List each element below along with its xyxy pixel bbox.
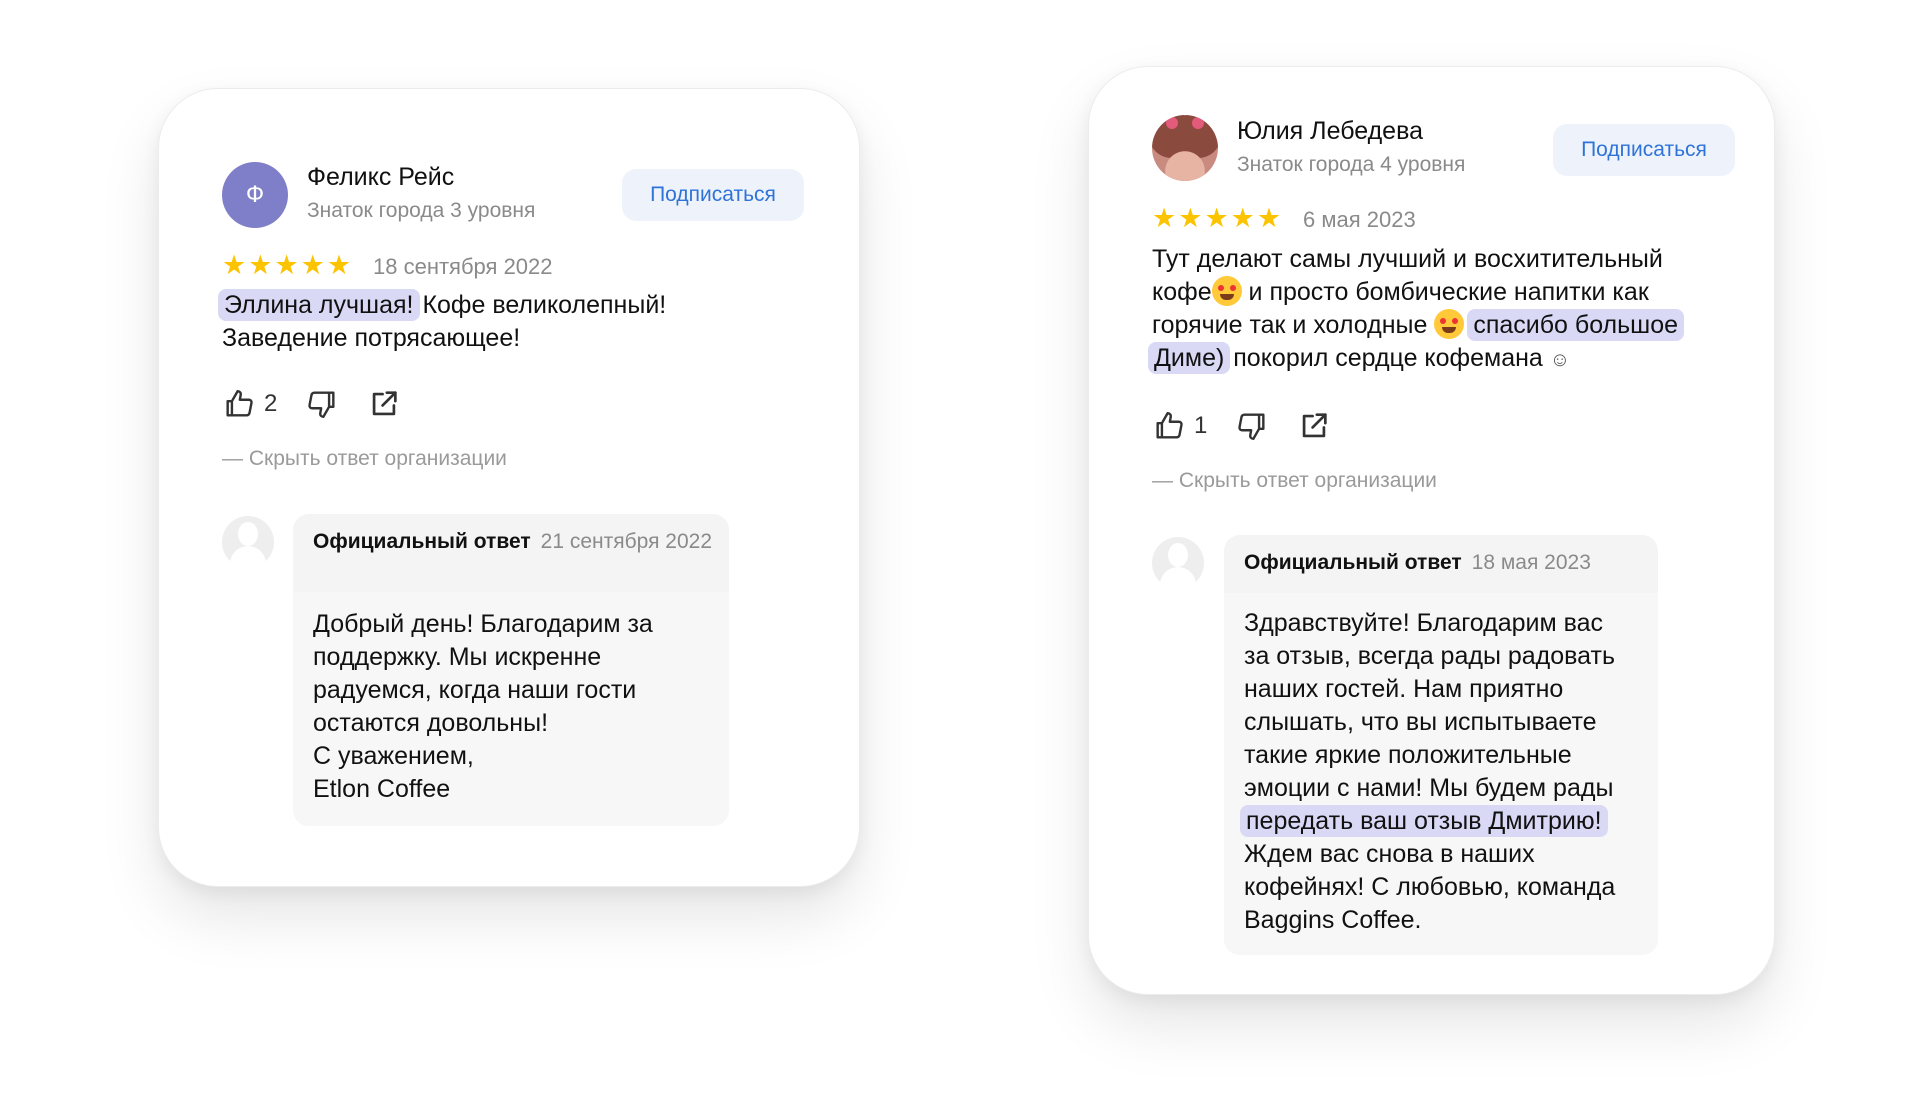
hide-answer-link[interactable]: — Скрыть ответ организации: [1152, 469, 1437, 493]
reply-line: С уважением,: [313, 742, 474, 770]
review-actions: 1: [1152, 409, 1331, 443]
review-actions: 2: [222, 387, 401, 421]
share-button[interactable]: [367, 387, 401, 421]
avatar-photo-detail: [1166, 117, 1178, 129]
avatar[interactable]: Ф: [222, 162, 288, 228]
smile-icon: ☺: [1549, 349, 1571, 371]
avatar-photo-detail: [1192, 117, 1204, 129]
subscribe-button[interactable]: Подписаться: [1553, 124, 1735, 176]
reply-line: за отзыв, всегда рады радовать: [1244, 642, 1615, 670]
review-text-part: Кофе великолепный!: [415, 291, 667, 319]
thumb-up-icon: [1156, 412, 1183, 439]
review-text-part: Тут делают самы лучший и восхитительный: [1152, 245, 1663, 273]
reply-line: слышать, что вы испытываете: [1244, 708, 1597, 736]
reply-line: кофейнях! С любовью, команда: [1244, 873, 1616, 901]
review-text-part: кофе: [1152, 278, 1212, 306]
star-icon: ★: [248, 250, 273, 280]
reply-body: Добрый день! Благодарим за поддержку. Мы…: [313, 608, 713, 806]
reviewer-name[interactable]: Феликс Рейс: [307, 163, 454, 192]
rating-stars: ★ ★ ★ ★ ★: [222, 252, 351, 279]
share-button[interactable]: [1297, 409, 1331, 443]
star-icon: ★: [274, 250, 299, 280]
star-icon: ★: [1178, 203, 1203, 233]
reply-line: Добрый день! Благодарим за: [313, 610, 653, 638]
star-icon: ★: [300, 250, 325, 280]
like-button[interactable]: 1: [1152, 409, 1207, 443]
dislike-button[interactable]: [305, 387, 339, 421]
reply-line: Baggins Coffee.: [1244, 906, 1422, 934]
thumb-down-icon: [308, 391, 335, 418]
share-icon: [373, 391, 398, 416]
reply-header: Официальный ответ 21 сентября 2022: [313, 530, 713, 554]
reviewer-level: Знаток города 4 уровня: [1237, 153, 1466, 176]
star-icon: ★: [1152, 203, 1177, 233]
star-icon: ★: [1230, 203, 1255, 233]
star-icon: ★: [326, 250, 352, 280]
reply-title: Официальный ответ: [313, 530, 531, 553]
like-count: 2: [264, 390, 278, 417]
subscribe-button[interactable]: Подписаться: [622, 169, 804, 221]
review-date: 18 сентября 2022: [373, 254, 553, 279]
review-text-part: Заведение потрясающее!: [222, 324, 521, 352]
star-icon: ★: [1256, 203, 1282, 233]
like-count: 1: [1194, 412, 1208, 439]
thumb-down-icon: [1238, 413, 1265, 440]
review-card-yulia: Юлия Лебедева Знаток города 4 уровня Под…: [1088, 66, 1775, 995]
review-text: Эллина лучшая! Кофе великолепный! Заведе…: [218, 289, 782, 355]
heart-eyes-emoji-icon: [1211, 276, 1242, 306]
share-icon: [1303, 413, 1328, 438]
reply-title: Официальный ответ: [1244, 551, 1462, 574]
org-avatar: [1152, 537, 1204, 589]
org-avatar: [222, 516, 274, 568]
review-text-part: горячие так и холодные: [1152, 311, 1435, 339]
reply-line: эмоции с нами! Мы будем рады: [1244, 774, 1614, 802]
hide-answer-link[interactable]: — Скрыть ответ организации: [222, 447, 507, 471]
dislike-button[interactable]: [1235, 409, 1269, 443]
like-button[interactable]: 2: [222, 387, 277, 421]
reply-line: остаются довольны!: [313, 709, 549, 737]
reviewer-name[interactable]: Юлия Лебедева: [1237, 117, 1423, 146]
avatar-photo: [1152, 115, 1218, 181]
reply-line: радуемся, когда наши гости: [313, 676, 637, 704]
reply-body: Здравствуйте! Благодарим вас за отзыв, в…: [1240, 607, 1654, 937]
reply-header: Официальный ответ 18 мая 2023: [1244, 551, 1644, 575]
review-text-part: и просто бомбические напитки как: [1241, 278, 1649, 306]
avatar[interactable]: [1152, 115, 1218, 181]
reply-line: такие яркие положительные: [1244, 741, 1572, 769]
reply-date: 21 сентября 2022: [540, 530, 712, 553]
reply-highlight: передать ваш отзыв Дмитрию!: [1240, 805, 1608, 837]
reply-line: Etlon Coffee: [313, 775, 451, 803]
review-card-feliks: Ф Феликс Рейс Знаток города 3 уровня Под…: [158, 88, 860, 887]
rating-stars: ★ ★ ★ ★ ★: [1152, 205, 1281, 232]
avatar-letter: Ф: [245, 181, 265, 208]
star-icon: ★: [1204, 203, 1229, 233]
thumb-up-icon: [226, 390, 253, 417]
reply-line: Ждем вас снова в наших: [1244, 840, 1535, 868]
review-text-part: покорил сердце кофемана: [1226, 344, 1550, 372]
official-reply: Официальный ответ 21 сентября 2022 Добрый…: [293, 514, 729, 826]
reviewer-level: Знаток города 3 уровня: [307, 199, 536, 222]
official-reply: Официальный ответ 18 мая 2023 Здравствуйт…: [1224, 535, 1658, 955]
star-icon: ★: [222, 250, 247, 280]
reply-date: 18 мая 2023: [1471, 551, 1591, 574]
review-text: Тут делают самы лучший и восхитительный …: [1148, 243, 1752, 377]
reply-line: Здравствуйте! Благодарим вас: [1244, 609, 1604, 637]
reply-line: поддержку. Мы искренне: [313, 643, 602, 671]
smiling-hearts-emoji-icon: [1434, 309, 1465, 339]
text-highlight: спасибо большое: [1467, 309, 1685, 341]
review-date: 6 мая 2023: [1303, 207, 1416, 232]
reply-line: наших гостей. Нам приятно: [1244, 675, 1564, 703]
text-highlight: Эллина лучшая!: [218, 289, 420, 321]
text-highlight: Диме): [1148, 342, 1231, 374]
